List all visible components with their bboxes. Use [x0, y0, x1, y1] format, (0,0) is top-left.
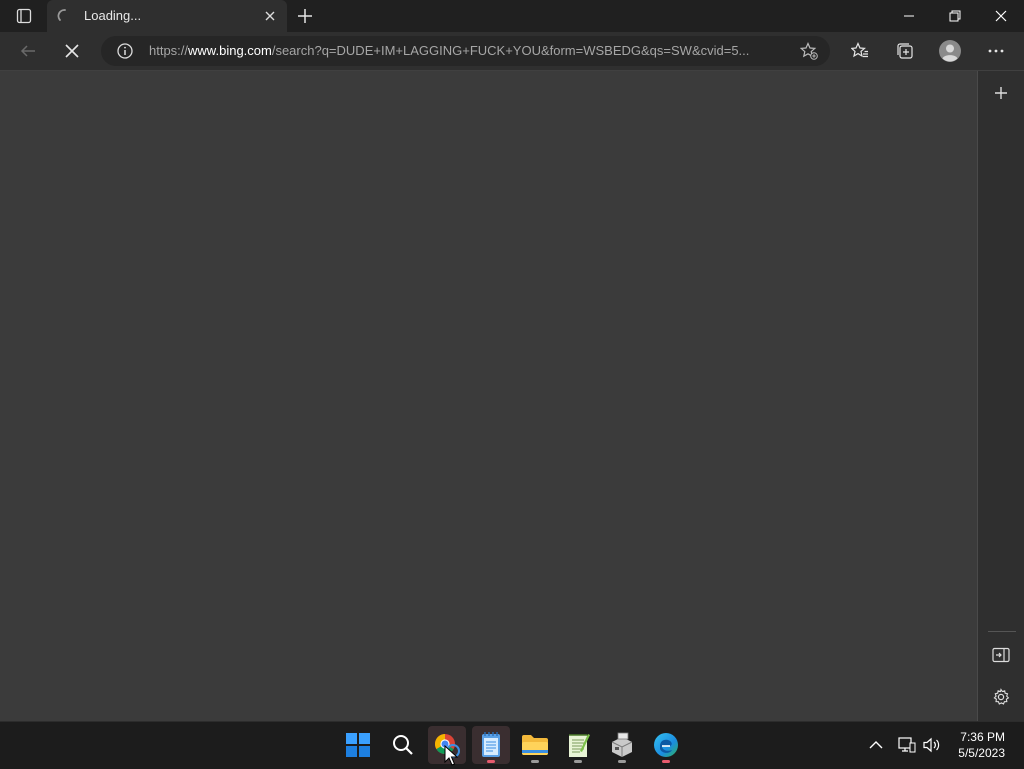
more-icon	[988, 49, 1004, 53]
info-icon[interactable]	[117, 43, 133, 59]
taskbar-search-button[interactable]	[384, 726, 422, 764]
favorites-icon	[851, 42, 868, 58]
collections-icon	[897, 43, 913, 59]
taskbar-notepad[interactable]	[472, 726, 510, 764]
volume-button[interactable]	[922, 735, 942, 755]
tab-actions-icon[interactable]	[10, 6, 38, 26]
address-bar[interactable]: https://www.bing.com/search?q=DUDE+IM+LA…	[101, 36, 830, 66]
stop-icon	[65, 44, 79, 58]
file-explorer-icon	[522, 735, 548, 755]
running-indicator	[531, 760, 539, 763]
favorites-button[interactable]	[850, 41, 870, 61]
sidebar-divider	[988, 631, 1016, 632]
running-indicator	[574, 760, 582, 763]
browser-sidebar	[977, 71, 1024, 721]
page-content[interactable]	[0, 71, 977, 721]
avatar-icon	[939, 40, 961, 62]
profile-button[interactable]	[938, 39, 962, 63]
add-favorite-icon[interactable]	[800, 42, 818, 60]
network-button[interactable]	[897, 735, 917, 755]
title-bar: Loading...	[0, 0, 1024, 32]
close-window-button[interactable]	[978, 0, 1024, 32]
volume-icon	[923, 737, 940, 753]
loading-spinner-icon	[57, 9, 66, 21]
new-tab-icon[interactable]	[296, 7, 314, 25]
url-domain: www.bing.com	[188, 43, 272, 58]
tab-close-icon[interactable]	[263, 9, 277, 23]
hide-sidebar-icon[interactable]	[992, 647, 1010, 663]
browser-tab[interactable]: Loading...	[47, 0, 287, 32]
clock-date: 5/5/2023	[958, 746, 1005, 760]
browser-toolbar: https://www.bing.com/search?q=DUDE+IM+LA…	[0, 32, 1024, 71]
sidebar-settings-icon[interactable]	[992, 688, 1010, 706]
running-indicator	[662, 760, 670, 763]
notepad-icon	[482, 732, 500, 757]
running-indicator	[487, 760, 495, 763]
stop-loading-button[interactable]	[62, 41, 82, 61]
start-button[interactable]	[339, 726, 377, 764]
taskbar-installer[interactable]	[603, 726, 641, 764]
running-indicator	[618, 760, 626, 763]
url-prefix: https://	[149, 43, 189, 58]
mouse-cursor-icon	[444, 745, 458, 766]
search-icon	[393, 735, 413, 755]
system-clock[interactable]: 7:36 PM 5/5/2023	[958, 729, 1005, 761]
clock-time: 7:36 PM	[960, 730, 1005, 744]
collections-button[interactable]	[895, 41, 915, 61]
tab-title: Loading...	[84, 8, 142, 23]
taskbar-notepadpp[interactable]	[559, 726, 597, 764]
installer-icon	[611, 732, 633, 757]
notepadpp-icon	[569, 734, 590, 757]
taskbar: 7:36 PM 5/5/2023	[0, 721, 1024, 769]
taskbar-edge[interactable]	[647, 726, 685, 764]
edge-icon	[654, 733, 678, 757]
back-button[interactable]	[18, 41, 38, 61]
minimize-button[interactable]	[886, 0, 932, 32]
chevron-up-icon	[869, 741, 883, 749]
url-path: /search?q=DUDE+IM+LAGGING+FUCK+YOU&form=…	[271, 43, 750, 58]
taskbar-file-explorer[interactable]	[516, 726, 554, 764]
start-icon	[346, 733, 370, 757]
url-text[interactable]: https://www.bing.com/search?q=DUDE+IM+LA…	[149, 43, 791, 58]
sidebar-add-icon[interactable]	[993, 85, 1009, 101]
restore-button[interactable]	[932, 0, 978, 32]
settings-menu-button[interactable]	[986, 41, 1006, 61]
back-arrow-icon	[20, 45, 35, 57]
network-icon	[898, 737, 916, 753]
show-hidden-icons-button[interactable]	[866, 735, 886, 755]
